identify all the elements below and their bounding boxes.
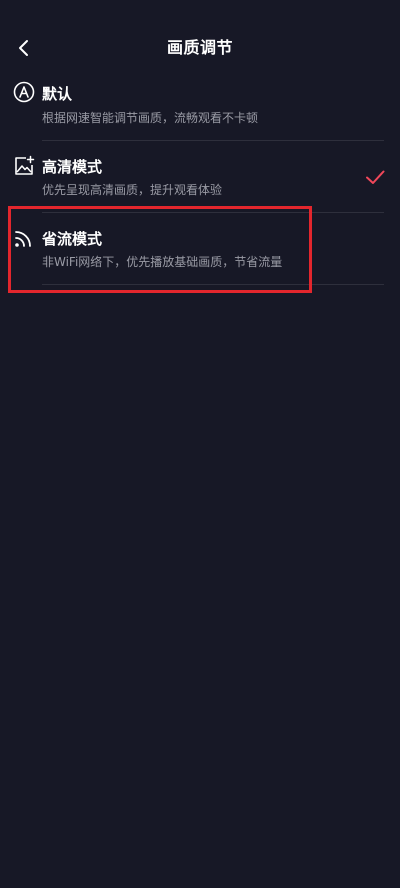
option-description: 优先呈现高清画质，提升观看体验 — [42, 183, 223, 197]
option-hd[interactable]: 高清模式 优先呈现高清画质，提升观看体验 — [0, 150, 400, 222]
option-title: 省流模式 — [42, 230, 103, 248]
page-title: 画质调节 — [166, 38, 233, 57]
divider — [42, 284, 384, 285]
quality-settings-page: 画质调节 默认 根据网速智能调节画质，流畅观看不卡顿 高清模式 优先呈现高清画质… — [0, 0, 400, 888]
option-title: 高清模式 — [42, 158, 103, 176]
auto-a-icon — [12, 80, 36, 104]
signal-wave-icon — [12, 226, 36, 250]
option-description: 根据网速智能调节画质，流畅观看不卡顿 — [42, 111, 259, 125]
option-title: 默认 — [42, 85, 73, 103]
option-default[interactable]: 默认 根据网速智能调节画质，流畅观看不卡顿 — [0, 78, 400, 150]
option-description: 非WiFi网络下，优先播放基础画质，节省流量 — [42, 255, 283, 269]
divider — [42, 212, 384, 213]
option-data-saver[interactable]: 省流模式 非WiFi网络下，优先播放基础画质，节省流量 — [0, 222, 400, 294]
image-sparkle-icon — [12, 154, 36, 178]
check-icon — [366, 170, 385, 184]
divider — [42, 140, 384, 141]
